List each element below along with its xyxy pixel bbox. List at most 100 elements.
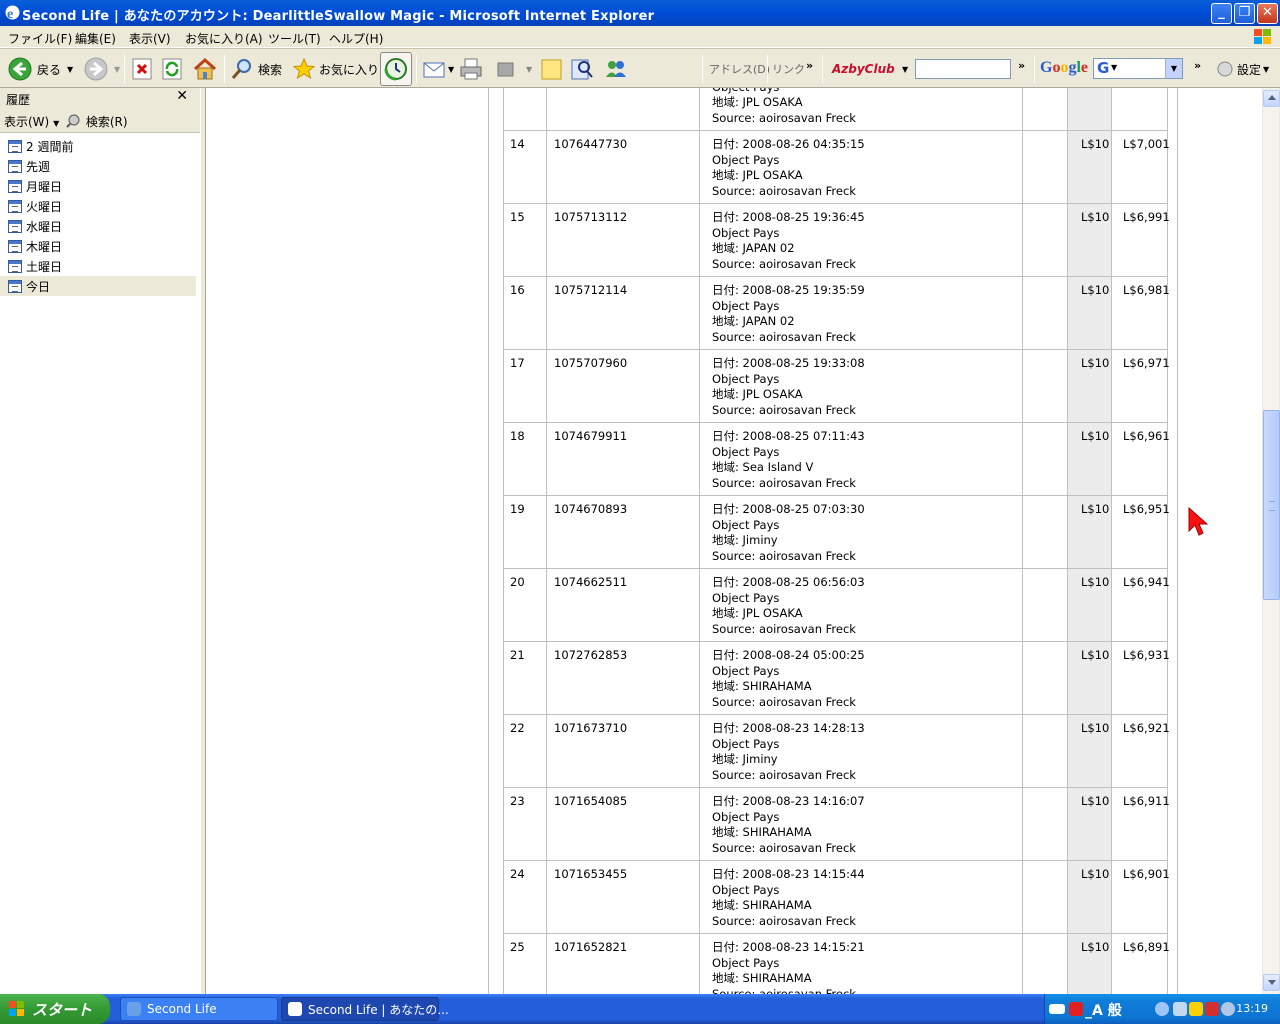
calendar-icon — [8, 239, 22, 253]
google-search-select[interactable]: G ▼ ▼ — [1093, 58, 1183, 79]
print-button[interactable] — [458, 55, 484, 83]
history-item-wednesday[interactable]: 水曜日 — [0, 216, 200, 236]
transaction-description: 日付: 2008-08-25 19:36:45 Object Pays 地域: JA… — [712, 210, 865, 272]
history-item-tuesday[interactable]: 火曜日 — [0, 196, 200, 216]
back-button[interactable]: 戻る ▼ — [8, 55, 73, 83]
row-number: 21 — [510, 648, 525, 662]
stop-button[interactable] — [132, 55, 152, 83]
transaction-description: 日付: 2008-08-25 19:35:59 Object Pays 地域: JA… — [712, 283, 865, 345]
transaction-id: 1071673710 — [554, 721, 628, 735]
menu-tools[interactable]: ツール(T) — [268, 30, 321, 47]
scroll-thumb[interactable] — [1263, 410, 1280, 600]
task-internet-explorer[interactable]: Second Life | あなたの... — [281, 997, 449, 1021]
home-button[interactable] — [192, 55, 218, 83]
forward-button[interactable]: ▼ — [84, 55, 120, 83]
transaction-date: 日付: 2008-08-23 14:15:21 — [712, 940, 865, 954]
transaction-type: Object Pays — [712, 882, 780, 897]
azby-search-input[interactable] — [915, 59, 1011, 79]
history-item-monday[interactable]: 月曜日 — [0, 176, 200, 196]
ime-mode-label[interactable]: _A 般 — [1085, 1000, 1122, 1020]
warning-icon[interactable] — [1189, 1002, 1203, 1016]
settings-button[interactable]: 設定 ▼ — [1216, 55, 1269, 83]
transaction-description: 日付: 2008-08-23 14:15:44 Object Pays 地域: SH… — [712, 867, 865, 929]
start-button[interactable]: スタート — [0, 994, 110, 1024]
edit-button[interactable]: ▼ — [496, 55, 532, 83]
transaction-date: 日付: 2008-08-23 14:28:13 — [712, 721, 865, 735]
keyboard-icon[interactable] — [1049, 1004, 1065, 1014]
links-label[interactable]: リンク — [772, 61, 805, 77]
history-search-button[interactable]: 検索(R) — [66, 113, 128, 130]
discuss-button[interactable] — [540, 55, 564, 83]
transaction-balance: L$6,921 — [1123, 721, 1170, 735]
volume-icon[interactable] — [1221, 1002, 1235, 1016]
search-button[interactable]: 検索 — [230, 55, 282, 83]
transaction-type: Object Pays — [712, 88, 856, 95]
edit-dropdown-icon[interactable]: ▼ — [526, 65, 532, 74]
refresh-button[interactable] — [162, 55, 182, 83]
menu-help[interactable]: ヘルプ(H) — [329, 30, 383, 47]
row-number: 24 — [510, 867, 525, 881]
menu-view[interactable]: 表示(V) — [129, 30, 171, 47]
messenger-button[interactable] — [603, 55, 629, 83]
transaction-type: Object Pays — [712, 225, 780, 240]
mail-dropdown-icon[interactable]: ▼ — [448, 65, 454, 74]
menu-bar: ファイル(F) 編集(E) 表示(V) お気に入り(A) ツール(T) ヘルプ(… — [0, 26, 1280, 48]
transaction-amount: L$10 — [1081, 210, 1110, 224]
table-row: 16 1075712114 日付: 2008-08-25 19:35:59 Objec… — [503, 277, 1170, 350]
security-shield-icon[interactable] — [1205, 1002, 1219, 1016]
home-icon — [193, 57, 217, 80]
ime-icon[interactable] — [1069, 1002, 1083, 1016]
azby-dropdown-icon[interactable]: ▼ — [902, 59, 908, 79]
transaction-description: 日付: 2008-08-23 14:16:07 Object Pays 地域: SH… — [712, 794, 865, 856]
history-item-today[interactable]: 今日 — [0, 276, 196, 296]
history-tools: 表示(W) ▼ 検索(R) — [0, 109, 200, 133]
task-second-life[interactable]: Second Life — [120, 997, 278, 1021]
transaction-id: 1072762853 — [554, 648, 628, 662]
tray-expand-icon[interactable] — [1155, 1002, 1169, 1016]
network-icon[interactable] — [1173, 1002, 1187, 1016]
history-panel: 履歴 ✕ 表示(W) ▼ 検索(R) 2 週間前 先週 月曜日 火曜日 水曜日 … — [0, 88, 204, 994]
close-panel-icon[interactable]: ✕ — [176, 88, 188, 104]
vertical-scrollbar[interactable] — [1262, 88, 1280, 994]
research-button[interactable] — [570, 55, 594, 83]
transaction-source: Source: aoirosavan Freck — [712, 183, 856, 198]
azby-chevron-icon[interactable]: » — [1018, 51, 1025, 79]
calendar-icon — [8, 139, 22, 153]
mail-button[interactable]: ▼ — [422, 55, 454, 83]
menu-edit[interactable]: 編集(E) — [75, 30, 116, 47]
google-select-arrow-icon[interactable]: ▼ — [1165, 59, 1182, 78]
history-view-button[interactable]: 表示(W) ▼ — [4, 113, 59, 130]
table-row: 15 1075713112 日付: 2008-08-25 19:36:45 Objec… — [503, 204, 1170, 277]
history-item-thursday[interactable]: 木曜日 — [0, 236, 200, 256]
menu-favorites[interactable]: お気に入り(A) — [185, 30, 263, 47]
history-button[interactable] — [380, 52, 412, 86]
favorites-button[interactable]: お気に入り — [292, 55, 379, 83]
close-window-button[interactable]: ✕ — [1257, 3, 1278, 24]
menu-file[interactable]: ファイル(F) — [8, 30, 72, 47]
forward-dropdown-icon[interactable]: ▼ — [114, 65, 120, 74]
minimize-button[interactable]: _ — [1211, 3, 1232, 24]
transaction-description: Object Pays地域: JPL OSAKASource: aoirosav… — [712, 88, 856, 126]
history-item-2-weeks-ago[interactable]: 2 週間前 — [0, 136, 200, 156]
scroll-up-button[interactable] — [1263, 90, 1280, 107]
links-chevron-icon[interactable]: » — [806, 51, 813, 79]
back-dropdown-icon[interactable]: ▼ — [67, 65, 73, 74]
google-chevron-icon[interactable]: » — [1194, 51, 1201, 79]
second-life-hand-icon — [127, 1002, 141, 1016]
table-row: 23 1071654085 日付: 2008-08-23 14:16:07 Objec… — [503, 788, 1170, 861]
transaction-region: 地域: SHIRAHAMA — [712, 679, 812, 693]
transaction-amount: L$10 — [1081, 356, 1110, 370]
favorites-label: お気に入り — [319, 62, 380, 77]
transaction-amount: L$10 — [1081, 575, 1110, 589]
transaction-source: Source: aoirosavan Freck — [712, 256, 856, 271]
restore-button[interactable]: ❐ — [1234, 3, 1255, 24]
history-title: 履歴 — [6, 93, 31, 107]
windows-logo-icon — [1254, 29, 1271, 44]
transaction-balance: L$6,941 — [1123, 575, 1170, 589]
transaction-id: 1075707960 — [554, 356, 628, 370]
transaction-amount: L$10 — [1081, 502, 1110, 516]
history-item-last-week[interactable]: 先週 — [0, 156, 200, 176]
address-label[interactable]: アドレス(D) — [709, 61, 770, 77]
history-item-saturday[interactable]: 土曜日 — [0, 256, 200, 276]
scroll-down-button[interactable] — [1263, 974, 1280, 991]
